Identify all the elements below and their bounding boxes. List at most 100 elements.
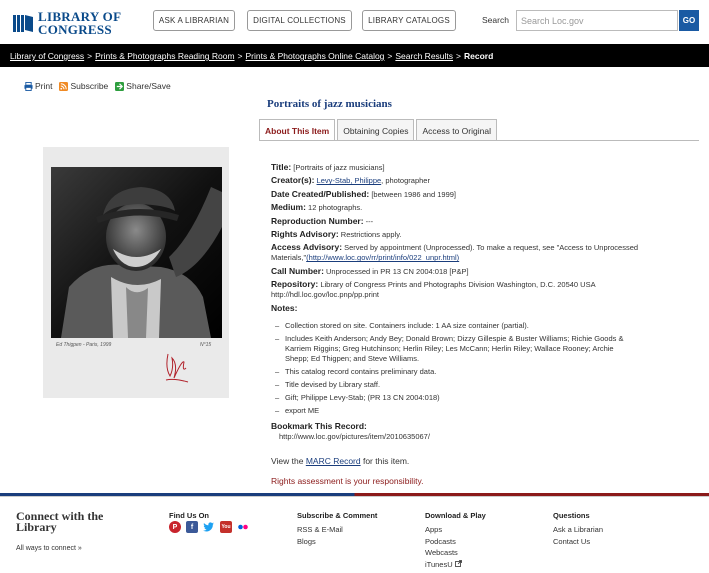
access-label: Access Advisory: bbox=[271, 242, 343, 253]
questions-column: Questions Ask a Librarian Contact Us bbox=[553, 511, 603, 547]
creator-link[interactable]: Levy-Stab, Philippe bbox=[317, 176, 382, 185]
call-number-value: Unprocessed in PR 13 CN 2004:018 [P&P] bbox=[326, 266, 469, 276]
tab-divider bbox=[259, 140, 699, 141]
twitter-icon[interactable] bbox=[203, 521, 215, 533]
list-item: Includes Keith Anderson; Andy Bey; Donal… bbox=[273, 334, 625, 364]
print-link[interactable]: Print bbox=[24, 81, 52, 91]
search-label: Search bbox=[482, 15, 509, 25]
record-tools: Print Subscribe Share/Save bbox=[24, 81, 171, 91]
creator-label: Creator(s): bbox=[271, 175, 315, 186]
subscribe-heading: Subscribe & Comment bbox=[297, 511, 378, 520]
list-item: export ME bbox=[273, 406, 625, 416]
facebook-icon[interactable]: f bbox=[186, 521, 198, 533]
medium-value: 12 photographs. bbox=[308, 203, 363, 213]
download-column: Download & Play Apps Podcasts Webcasts i… bbox=[425, 511, 486, 570]
photo-caption-left: Ed Thigpen - Paris, 1999 bbox=[56, 342, 112, 348]
tab-obtaining-copies[interactable]: Obtaining Copies bbox=[337, 119, 415, 140]
search-input[interactable]: Search Loc.gov bbox=[516, 10, 678, 31]
breadcrumb: Library of Congress > Prints & Photographs… bbox=[0, 44, 709, 67]
record-details: Title: [Portraits of jazz musicians] Cre… bbox=[271, 162, 671, 419]
footer-link-blogs[interactable]: Blogs bbox=[297, 536, 377, 548]
medium-label: Medium: bbox=[271, 202, 306, 213]
external-link-icon bbox=[454, 559, 462, 567]
repository-label: Repository: bbox=[271, 279, 319, 290]
footer-link-rss-email[interactable]: RSS & E-Mail bbox=[297, 524, 377, 536]
breadcrumb-separator: > bbox=[387, 51, 393, 61]
digital-collections-button[interactable]: DIGITAL COLLECTIONS bbox=[247, 10, 352, 31]
subscribe-column: Subscribe & Comment RSS & E-Mail Blogs bbox=[297, 511, 377, 547]
marc-prefix: View the bbox=[271, 456, 306, 466]
footer-link-itunesu[interactable]: iTunesU bbox=[425, 559, 486, 571]
breadcrumb-separator: > bbox=[456, 51, 461, 61]
breadcrumb-separator: > bbox=[237, 51, 243, 61]
logo-text-line2: CONGRESS bbox=[38, 22, 112, 37]
download-heading: Download & Play bbox=[425, 511, 486, 520]
subscribe-label: Subscribe bbox=[70, 81, 109, 91]
questions-heading: Questions bbox=[553, 511, 590, 520]
breadcrumb-item-search-results[interactable]: Search Results bbox=[395, 51, 453, 61]
breadcrumb-item-loc[interactable]: Library of Congress bbox=[10, 51, 84, 61]
loc-logo[interactable]: LIBRARY OF CONGRESS bbox=[12, 10, 121, 36]
ask-librarian-button[interactable]: ASK A LIBRARIAN bbox=[153, 10, 235, 31]
page-title: Portraits of jazz musicians bbox=[267, 98, 392, 110]
photo-caption-right: N°15 bbox=[200, 342, 212, 348]
find-us-heading: Find Us On bbox=[169, 511, 209, 520]
share-icon bbox=[115, 81, 125, 91]
bookmark-label: Bookmark This Record: bbox=[271, 421, 367, 431]
breadcrumb-item-online-catalog[interactable]: Prints & Photographs Online Catalog bbox=[246, 51, 385, 61]
connect-title: Connect with the Library bbox=[16, 509, 104, 534]
breadcrumb-current: Record bbox=[464, 51, 494, 61]
tab-about-this-item[interactable]: About This Item bbox=[259, 119, 336, 141]
list-item: Title devised by Library staff. bbox=[273, 380, 625, 390]
library-catalogs-button[interactable]: LIBRARY CATALOGS bbox=[362, 10, 456, 31]
date-label: Date Created/Published: bbox=[271, 188, 370, 199]
access-link[interactable]: (http://www.loc.gov/rr/print/info/022_un… bbox=[306, 253, 459, 262]
tab-access-to-original[interactable]: Access to Original bbox=[416, 119, 497, 140]
itunesu-label: iTunesU bbox=[425, 559, 453, 569]
date-value: [between 1986 and 1999] bbox=[371, 189, 457, 199]
reproduction-value: --- bbox=[365, 216, 374, 226]
list-item: Gift; Philippe Levy-Stab; (PR 13 CN 2004… bbox=[273, 393, 625, 403]
reproduction-label: Reproduction Number: bbox=[271, 215, 364, 226]
footer-divider-line bbox=[0, 496, 709, 497]
subscribe-link[interactable]: Subscribe bbox=[59, 81, 108, 91]
breadcrumb-separator: > bbox=[87, 51, 93, 61]
footer-link-podcasts[interactable]: Podcasts bbox=[425, 536, 486, 548]
title-label: Title: bbox=[271, 162, 292, 172]
footer-link-apps[interactable]: Apps bbox=[425, 524, 486, 536]
notes-label: Notes: bbox=[271, 302, 298, 313]
photographer-signature bbox=[165, 353, 189, 383]
flickr-icon[interactable] bbox=[237, 521, 249, 533]
list-item: This catalog record contains preliminary… bbox=[273, 367, 625, 377]
rights-value: Restrictions apply. bbox=[340, 229, 402, 239]
list-item: Collection stored on site. Containers in… bbox=[273, 321, 625, 331]
share-label: Share/Save bbox=[126, 81, 171, 91]
bookmark-url[interactable]: http://www.loc.gov/pictures/item/2010635… bbox=[279, 432, 430, 441]
print-label: Print bbox=[35, 81, 53, 91]
rights-assessment-notice: Rights assessment is your responsibility… bbox=[271, 476, 424, 486]
notes-list: Collection stored on site. Containers in… bbox=[273, 321, 671, 416]
marc-line: View the MARC Record for this item. bbox=[271, 456, 409, 466]
share-link[interactable]: Share/Save bbox=[115, 81, 171, 91]
repository-value: Library of Congress Prints and Photograp… bbox=[271, 280, 596, 300]
all-ways-to-connect-link[interactable]: All ways to connect » bbox=[16, 545, 82, 552]
creator-role: , photographer bbox=[381, 176, 430, 186]
pinterest-icon[interactable]: P bbox=[169, 521, 181, 533]
record-tabs: About This Item Obtaining Copies Access … bbox=[259, 119, 497, 141]
social-links: P f You bbox=[169, 521, 249, 533]
rights-label: Rights Advisory: bbox=[271, 228, 339, 239]
print-icon bbox=[24, 81, 33, 91]
marc-suffix: for this item. bbox=[360, 456, 410, 466]
footer-link-contact-us[interactable]: Contact Us bbox=[553, 536, 603, 548]
rss-icon bbox=[59, 81, 69, 91]
footer-link-webcasts[interactable]: Webcasts bbox=[425, 547, 486, 559]
library-logo-icon bbox=[12, 12, 34, 34]
title-value: [Portraits of jazz musicians] bbox=[293, 163, 385, 172]
record-thumbnail-image[interactable] bbox=[51, 167, 222, 338]
marc-record-link[interactable]: MARC Record bbox=[306, 456, 361, 466]
youtube-icon[interactable]: You bbox=[220, 521, 232, 533]
footer-link-ask-librarian[interactable]: Ask a Librarian bbox=[553, 524, 603, 536]
breadcrumb-item-reading-room[interactable]: Prints & Photographs Reading Room bbox=[95, 51, 234, 61]
call-number-label: Call Number: bbox=[271, 265, 324, 276]
go-button[interactable]: GO bbox=[679, 10, 699, 31]
